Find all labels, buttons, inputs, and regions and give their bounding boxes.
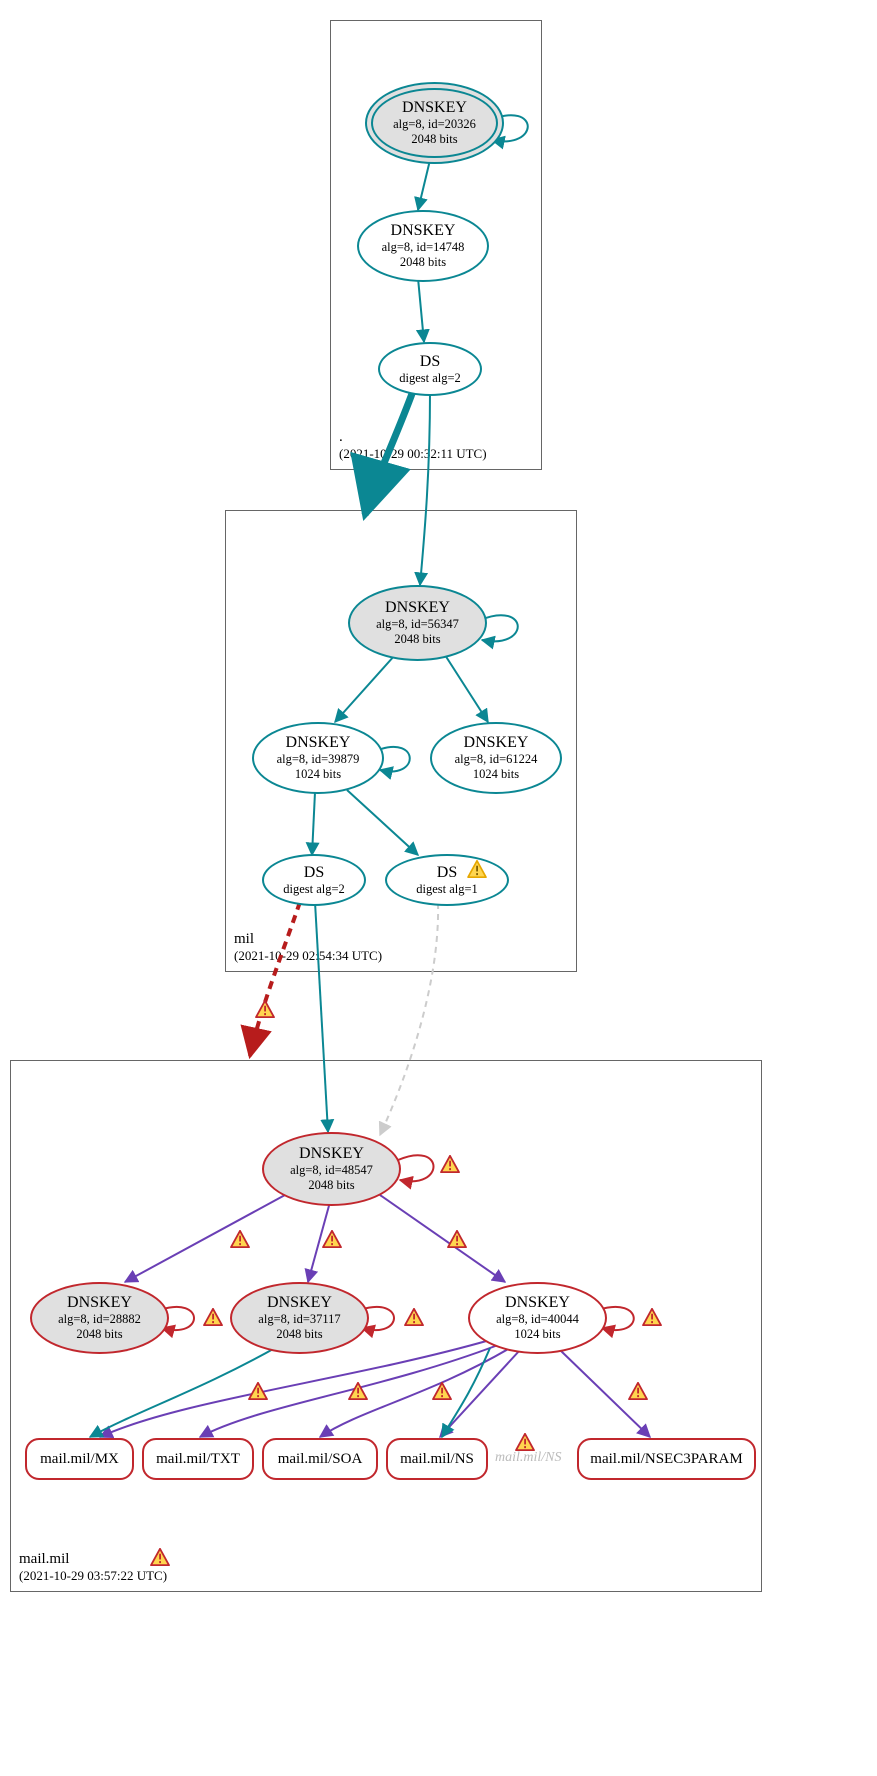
root-dnskey-20326: DNSKEY alg=8, id=20326 2048 bits (365, 82, 504, 164)
mil-dnskey-56347: DNSKEY alg=8, id=56347 2048 bits (348, 585, 487, 661)
dnskey-bits: 2048 bits (76, 1327, 122, 1342)
dnskey-title: DNSKEY (385, 599, 450, 617)
dnskey-alg: alg=8, id=14748 (382, 240, 465, 255)
ds-alg: digest alg=1 (416, 882, 478, 897)
warning-icon (348, 1382, 368, 1400)
dnskey-title: DNSKEY (67, 1294, 132, 1312)
zone-mailmil-ts: (2021-10-29 03:57:22 UTC) (19, 1568, 167, 1583)
dnskey-title: DNSKEY (299, 1145, 364, 1163)
warning-icon (322, 1230, 342, 1248)
warning-icon (642, 1308, 662, 1326)
mil-dnskey-61224: DNSKEY alg=8, id=61224 1024 bits (430, 722, 562, 794)
dnskey-alg: alg=8, id=37117 (258, 1312, 340, 1327)
mil-ds-alg1: DS digest alg=1 (385, 854, 509, 906)
mil-ds-alg2: DS digest alg=2 (262, 854, 366, 906)
rr-label: mail.mil/NSEC3PARAM (590, 1451, 742, 1468)
dnskey-bits: 2048 bits (276, 1327, 322, 1342)
dnskey-alg: alg=8, id=61224 (455, 752, 538, 767)
ds-title: DS (420, 353, 440, 371)
mm-dnskey-48547: DNSKEY alg=8, id=48547 2048 bits (262, 1132, 401, 1206)
warning-icon (628, 1382, 648, 1400)
dnskey-title: DNSKEY (402, 99, 467, 117)
ds-title: DS (437, 864, 457, 882)
warning-icon (203, 1308, 223, 1326)
dnskey-title: DNSKEY (505, 1294, 570, 1312)
dnskey-alg: alg=8, id=48547 (290, 1163, 373, 1178)
dnskey-bits: 1024 bits (473, 767, 519, 782)
warning-icon (440, 1155, 460, 1173)
warning-icon (150, 1548, 170, 1566)
mm-ns-ghost: mail.mil/NS (495, 1450, 562, 1466)
mm-soa: mail.mil/SOA (262, 1438, 378, 1480)
zone-root-name: . (339, 429, 343, 445)
dnskey-alg: alg=8, id=56347 (376, 617, 459, 632)
dnskey-bits: 2048 bits (400, 255, 446, 270)
mm-dnskey-28882: DNSKEY alg=8, id=28882 2048 bits (30, 1282, 169, 1354)
mm-dnskey-40044: DNSKEY alg=8, id=40044 1024 bits (468, 1282, 607, 1354)
warning-icon (230, 1230, 250, 1248)
mm-mx: mail.mil/MX (25, 1438, 134, 1480)
mm-nsec3param: mail.mil/NSEC3PARAM (577, 1438, 756, 1480)
dnskey-bits: 2048 bits (394, 632, 440, 647)
dnskey-alg: alg=8, id=39879 (277, 752, 360, 767)
zone-mailmil-name: mail.mil (19, 1551, 69, 1567)
mm-txt: mail.mil/TXT (142, 1438, 254, 1480)
zone-mailmil-label: mail.mil (2021-10-29 03:57:22 UTC) (19, 1551, 167, 1585)
dnskey-title: DNSKEY (464, 734, 529, 752)
dnskey-bits: 1024 bits (514, 1327, 560, 1342)
warning-icon (515, 1433, 535, 1451)
dnskey-title: DNSKEY (286, 734, 351, 752)
zone-mil-label: mil (2021-10-29 02:54:34 UTC) (234, 931, 382, 965)
mil-dnskey-39879: DNSKEY alg=8, id=39879 1024 bits (252, 722, 384, 794)
root-dnskey-14748: DNSKEY alg=8, id=14748 2048 bits (357, 210, 489, 282)
dnskey-bits: 2048 bits (411, 132, 457, 147)
rr-label: mail.mil/TXT (156, 1451, 240, 1468)
zone-mil-name: mil (234, 931, 254, 947)
root-ds: DS digest alg=2 (378, 342, 482, 396)
mm-ns: mail.mil/NS (386, 1438, 488, 1480)
dnskey-alg: alg=8, id=40044 (496, 1312, 579, 1327)
warning-icon (248, 1382, 268, 1400)
zone-root-label: . (2021-10-29 00:32:11 UTC) (339, 429, 487, 463)
zone-mil-ts: (2021-10-29 02:54:34 UTC) (234, 948, 382, 963)
rr-label: mail.mil/NS (495, 1450, 562, 1465)
warning-icon (255, 1000, 275, 1018)
warning-icon (447, 1230, 467, 1248)
rr-label: mail.mil/NS (400, 1451, 474, 1468)
dnskey-title: DNSKEY (267, 1294, 332, 1312)
rr-label: mail.mil/SOA (278, 1451, 363, 1468)
ds-alg: digest alg=2 (399, 371, 461, 386)
ds-alg: digest alg=2 (283, 882, 345, 897)
zone-root-ts: (2021-10-29 00:32:11 UTC) (339, 446, 487, 461)
dnskey-title: DNSKEY (391, 222, 456, 240)
rr-label: mail.mil/MX (40, 1451, 119, 1468)
dnskey-alg: alg=8, id=20326 (393, 117, 476, 132)
dnskey-bits: 1024 bits (295, 767, 341, 782)
dnskey-alg: alg=8, id=28882 (58, 1312, 141, 1327)
warning-icon (467, 860, 487, 878)
dnskey-bits: 2048 bits (308, 1178, 354, 1193)
warning-icon (404, 1308, 424, 1326)
ds-title: DS (304, 864, 324, 882)
mm-dnskey-37117: DNSKEY alg=8, id=37117 2048 bits (230, 1282, 369, 1354)
warning-icon (432, 1382, 452, 1400)
